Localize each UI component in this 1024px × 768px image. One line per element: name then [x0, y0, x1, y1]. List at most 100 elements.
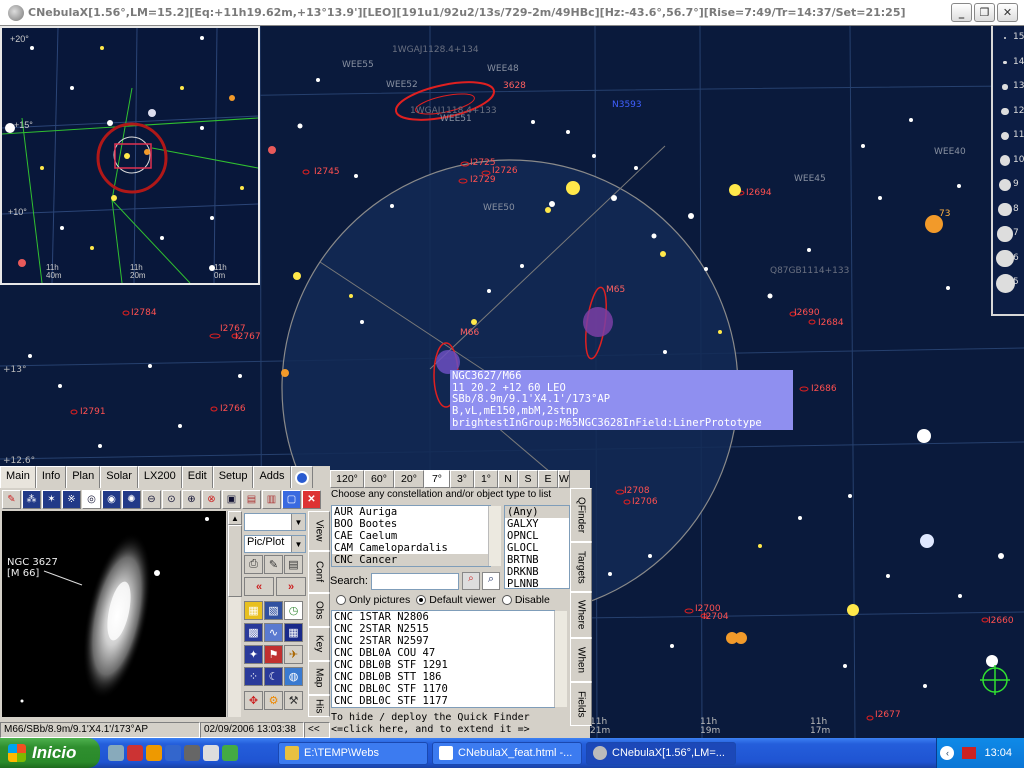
overview-canvas[interactable] [2, 28, 258, 283]
minimize-button[interactable]: _ [951, 3, 972, 22]
east-button[interactable]: E [538, 470, 558, 488]
vtab-targets[interactable]: Targets [570, 542, 592, 592]
clock-icon[interactable]: ◷ [284, 601, 303, 620]
book-icon[interactable]: ▤ [242, 489, 261, 509]
search-web-icon[interactable]: ⌕ [461, 572, 480, 590]
constellation-scrollbar[interactable] [488, 506, 501, 566]
list-item-selected[interactable]: CNC Cancer [332, 554, 490, 566]
fov-3-button[interactable]: 3° [450, 470, 474, 488]
vtab-when[interactable]: When [570, 638, 592, 682]
close-button[interactable]: ✕ [997, 3, 1018, 22]
label-i2704[interactable]: I2704 [703, 612, 729, 622]
flag-icon[interactable]: ⚑ [264, 645, 283, 664]
help-icon[interactable] [290, 466, 313, 488]
tab-lx200[interactable]: LX200 [137, 466, 182, 488]
tab-edit[interactable]: Edit [181, 466, 213, 488]
finder-hint[interactable]: To hide / deploy the Quick Finder <=clic… [330, 712, 570, 738]
fov-60-button[interactable]: 60° [364, 470, 394, 488]
doc-icon[interactable]: ▤ [284, 555, 303, 574]
zoom-in-icon[interactable]: ⊕ [182, 489, 201, 509]
list-item[interactable]: CNC DBL0B STT 186 [332, 671, 554, 683]
label-i2708[interactable]: I2708 [624, 486, 650, 496]
list-item[interactable]: CNC DBL0C STF 1170 [332, 683, 554, 695]
book2-icon[interactable]: ▥ [262, 489, 281, 509]
tab-main[interactable]: Main [0, 466, 36, 488]
vtab-where[interactable]: Where [570, 592, 592, 638]
telescope-icon[interactable]: ✈ [284, 645, 303, 664]
list-item[interactable]: OPNCL [505, 530, 569, 542]
label-i2690[interactable]: I2690 [794, 308, 820, 318]
label-i2660[interactable]: I2660 [988, 616, 1014, 626]
list-item-selected[interactable]: (Any) [505, 506, 569, 518]
moon-icon[interactable]: ☾ [264, 667, 283, 686]
photo-icon[interactable]: ▣ [222, 489, 241, 509]
results-list[interactable]: CNC 1STAR N2806 CNC 2STAR N2515 CNC 2STA… [331, 610, 555, 708]
vtab-map[interactable]: Map [308, 661, 330, 695]
label-i2766[interactable]: I2766 [220, 404, 246, 414]
photo-scrollbar[interactable]: ▲ [227, 511, 242, 717]
app1-icon[interactable] [127, 745, 143, 761]
chevron-down-icon[interactable]: ▼ [291, 514, 305, 530]
tab-info[interactable]: Info [35, 466, 67, 488]
window-icon[interactable]: ▢ [282, 489, 301, 509]
label-i2729[interactable]: I2729 [470, 175, 496, 185]
list-item[interactable]: CNC 1STAR N2806 [332, 611, 554, 623]
tab-setup[interactable]: Setup [212, 466, 254, 488]
chart-icon[interactable]: ▦ [244, 601, 263, 620]
task-html[interactable]: CNebulaX_feat.html -... [432, 741, 582, 765]
list-item[interactable]: GALXY [505, 518, 569, 530]
results-scrollbar[interactable] [554, 611, 567, 707]
scroll-up-icon[interactable]: ▲ [228, 511, 242, 525]
constellation-list[interactable]: AUR Auriga BOO Bootes CAE Caelum CAM Cam… [331, 505, 491, 567]
maximize-button[interactable]: ❐ [974, 3, 995, 22]
app2-icon[interactable] [165, 745, 181, 761]
list-item[interactable]: CNC DBL0C STF 1177 [332, 695, 554, 707]
globe-icon[interactable]: ◍ [284, 667, 303, 686]
cluster-icon[interactable]: ※ [62, 489, 81, 509]
stars-grid-icon[interactable]: ⁂ [22, 489, 41, 509]
list-item[interactable]: CNC 2STAR N2597 [332, 635, 554, 647]
vtab-fields[interactable]: Fields [570, 682, 592, 726]
vtab-his[interactable]: His [308, 695, 330, 717]
curve-icon[interactable]: ∿ [264, 623, 283, 642]
search-icon[interactable]: ⌕ [481, 572, 500, 590]
list-item[interactable]: CNC DBL0A COU 47 [332, 647, 554, 659]
label-i2767b[interactable]: I2767 [235, 332, 261, 342]
nebula-icon[interactable]: ✺ [122, 489, 141, 509]
only-pictures-radio[interactable] [336, 595, 346, 605]
vtab-key[interactable]: Key [308, 627, 330, 661]
gear-icon[interactable]: ⚙ [264, 691, 283, 710]
vtab-conf[interactable]: Conf [308, 551, 330, 593]
overview-map[interactable]: +20° +15° +10° 11h 40m 11h 20m 11h 0m [0, 26, 260, 285]
dots-icon[interactable]: ⁘ [244, 667, 263, 686]
tray-app-icon[interactable] [962, 747, 977, 759]
tools-icon[interactable]: ⚒ [284, 691, 303, 710]
label-i2745[interactable]: I2745 [314, 167, 340, 177]
label-m65[interactable]: M65 [606, 285, 625, 295]
list-item[interactable]: CAE Caelum [332, 530, 490, 542]
vtab-view[interactable]: View [308, 511, 330, 551]
default-viewer-radio[interactable] [416, 595, 427, 605]
galaxy-icon[interactable]: ◉ [102, 489, 121, 509]
tab-adds[interactable]: Adds [253, 466, 291, 488]
vtab-qfinder[interactable]: QFinder [570, 488, 592, 542]
north-button[interactable]: N [498, 470, 518, 488]
label-i2694[interactable]: I2694 [746, 188, 772, 198]
label-ngc3628[interactable]: 3628 [503, 81, 526, 91]
tab-solar[interactable]: Solar [100, 466, 138, 488]
constellation-icon[interactable]: ✦ [244, 645, 263, 664]
label-i2677[interactable]: I2677 [875, 710, 901, 720]
chevron-down-icon[interactable]: ▼ [291, 536, 305, 552]
label-i2706[interactable]: I2706 [632, 497, 658, 507]
zoom-out-icon[interactable]: ⊖ [142, 489, 161, 509]
disable-radio[interactable] [501, 595, 512, 605]
zoom-fit-icon[interactable]: ⊙ [162, 489, 181, 509]
title-bar[interactable]: CNebulaX[1.56°,LM=15.2][Eq:+11h19.62m,+1… [0, 0, 1024, 26]
scroll-thumb[interactable] [228, 525, 242, 597]
list-item[interactable]: BRTNB [505, 554, 569, 566]
matlab-icon[interactable] [146, 745, 162, 761]
pin-icon[interactable]: ✎ [2, 489, 21, 509]
fov-7-button[interactable]: 7° [424, 470, 450, 488]
app3-icon[interactable] [184, 745, 200, 761]
tab-plan[interactable]: Plan [66, 466, 101, 488]
